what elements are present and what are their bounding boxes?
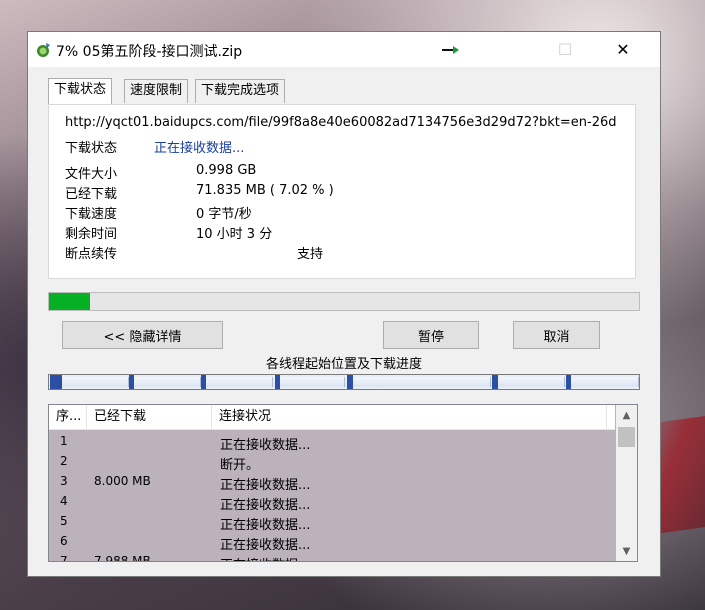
idm-app-icon [37, 43, 50, 57]
thread-segments-bar [48, 374, 640, 390]
speed-value: 0 字节/秒 [196, 207, 252, 222]
row-number: 1 [60, 434, 68, 448]
row-status: 正在接收数据... [220, 554, 310, 561]
segment [491, 377, 565, 387]
row-number: 3 [60, 474, 68, 488]
scroll-down-icon[interactable]: ▼ [616, 541, 637, 561]
close-button[interactable]: ✕ [600, 32, 646, 67]
download-url: http://yqct01.baidupcs.com/file/99f8a8e4… [65, 115, 617, 130]
row-number: 7 [60, 554, 68, 562]
row-number: 2 [60, 454, 68, 468]
window-title: 7% 05第五阶段-接口测试.zip [56, 44, 243, 60]
resume-label: 断点续传 [65, 247, 118, 262]
row-number: 5 [60, 514, 68, 528]
column-header-number[interactable]: 序... [49, 405, 87, 429]
minimize-icon [442, 45, 459, 54]
segment-progress-mark [50, 375, 62, 389]
remaining-label: 剩余时间 [65, 227, 118, 242]
segment [129, 377, 201, 387]
vertical-scrollbar[interactable]: ▲ ▼ [616, 405, 637, 561]
minimize-button[interactable] [428, 32, 474, 67]
tab-download-status[interactable]: 下载状态 [48, 78, 113, 104]
pause-button[interactable]: 暂停 [383, 321, 479, 349]
segments-label: 各线程起始位置及下载进度 [265, 357, 422, 372]
row-downloaded: 8.000 MB [94, 474, 151, 488]
segment-progress-mark [275, 375, 280, 389]
row-status: 正在接收数据... [220, 538, 311, 553]
file-size-label: 文件大小 [65, 167, 118, 182]
row-number: 4 [60, 494, 68, 508]
list-row[interactable]: 5 正在接收数据... [49, 512, 615, 533]
segment-progress-mark [201, 375, 206, 389]
row-status: 正在接收数据... [220, 518, 311, 533]
list-row[interactable]: 2 断开。 [49, 452, 615, 473]
list-row[interactable]: 4 正在接收数据... [49, 492, 615, 513]
row-number: 6 [60, 534, 68, 548]
file-size-value: 0.998 GB [196, 163, 257, 178]
segment-progress-mark [492, 375, 498, 389]
scroll-thumb[interactable] [618, 427, 635, 447]
list-row[interactable]: 6 正在接收数据... [49, 532, 615, 553]
list-header: 序... 已经下载 连接状况 [49, 405, 615, 430]
list-row[interactable]: 1 正在接收数据... [49, 432, 615, 453]
cancel-button[interactable]: 取消 [513, 321, 600, 349]
row-status: 正在接收数据... [220, 478, 311, 493]
column-header-status[interactable]: 连接状况 [212, 405, 607, 429]
downloaded-label: 已经下载 [65, 187, 118, 202]
remaining-value: 10 小时 3 分 [196, 227, 273, 242]
hide-details-button[interactable]: << 隐藏详情 [62, 321, 223, 349]
resume-value: 支持 [297, 247, 324, 262]
segment [201, 377, 273, 387]
status-panel: http://yqct01.baidupcs.com/file/99f8a8e4… [48, 104, 636, 279]
status-label: 下载状态 [65, 141, 118, 156]
download-window: 7% 05第五阶段-接口测试.zip ☐ ✕ 下载状态 速度限制 下载完成选项 … [27, 31, 661, 577]
row-status: 正在接收数据... [220, 498, 311, 513]
segment-progress-mark [566, 375, 571, 389]
list-row[interactable]: 7 7.988 MB 正在接收数据... [49, 552, 615, 562]
segment [273, 377, 345, 387]
maximize-icon: ☐ [557, 40, 573, 59]
row-status: 正在接收数据... [220, 438, 311, 453]
maximize-button[interactable]: ☐ [542, 32, 588, 67]
connections-list[interactable]: 序... 已经下载 连接状况 1 正在接收数据... 2 断开。 3 8.000… [48, 404, 638, 562]
column-header-downloaded[interactable]: 已经下载 [87, 405, 212, 429]
speed-label: 下载速度 [65, 207, 118, 222]
segment [345, 377, 491, 387]
title-bar[interactable]: 7% 05第五阶段-接口测试.zip ☐ ✕ [28, 32, 660, 67]
segment-progress-mark [129, 375, 134, 389]
scroll-up-icon[interactable]: ▲ [616, 405, 637, 425]
progress-fill [49, 293, 91, 310]
close-icon: ✕ [616, 40, 630, 59]
status-value: 正在接收数据... [154, 141, 245, 156]
segment-progress-mark [347, 375, 353, 389]
downloaded-value: 71.835 MB ( 7.02 % ) [196, 183, 334, 198]
download-progress-bar [48, 292, 640, 311]
row-downloaded: 7.988 MB [94, 554, 151, 562]
segment [565, 377, 639, 387]
tab-speed-limit[interactable]: 速度限制 [124, 79, 189, 103]
tab-completion-options[interactable]: 下载完成选项 [195, 79, 286, 103]
row-status: 断开。 [220, 458, 260, 473]
list-row[interactable]: 3 8.000 MB 正在接收数据... [49, 472, 615, 493]
